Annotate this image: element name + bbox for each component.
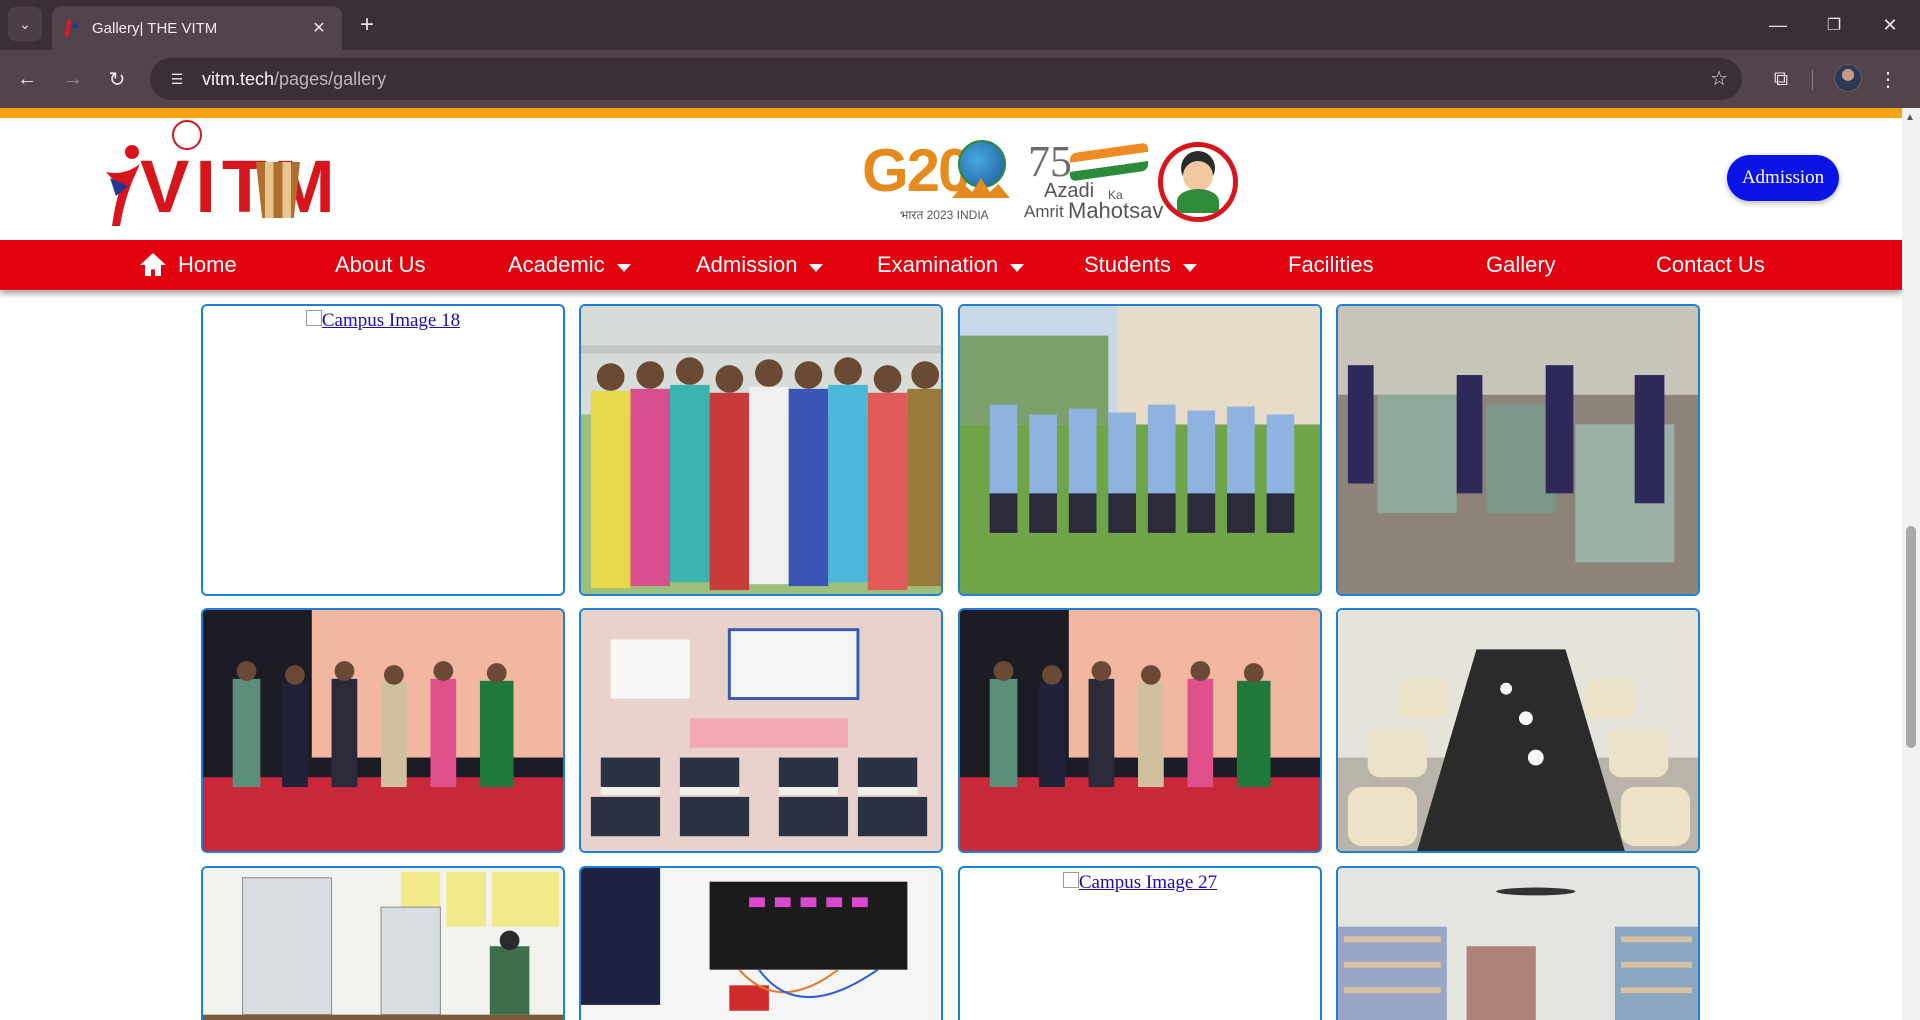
scroll-up-arrow-icon[interactable]: ▲ xyxy=(1905,112,1915,123)
active-tab[interactable]: Gallery| THE VITM ✕ xyxy=(52,6,342,50)
vitm-logo[interactable]: VITM xyxy=(100,120,370,238)
home-icon xyxy=(140,253,166,277)
back-icon[interactable]: ← xyxy=(10,62,44,96)
azadi-ka-amrit-mahotsav-logo: 75 Azadi Ka Amrit Mahotsav xyxy=(1024,137,1163,224)
gallery-card[interactable] xyxy=(958,608,1322,853)
bookmark-star-icon[interactable]: ☆ xyxy=(1710,66,1728,91)
nav-admission-label: Admission xyxy=(696,252,798,277)
broken-image-icon xyxy=(305,310,322,326)
gallery-card[interactable] xyxy=(1336,866,1700,1020)
nav-about-label: About Us xyxy=(335,252,426,277)
browser-tab-bar: ⌄ Gallery| THE VITM ✕ + — ❐ ✕ xyxy=(0,0,1920,50)
reload-icon[interactable]: ↻ xyxy=(100,62,134,96)
girl-dress-icon xyxy=(1177,189,1219,213)
nav-students-label: Students xyxy=(1084,252,1171,277)
nav-contact-label: Contact Us xyxy=(1656,252,1765,277)
gallery-card[interactable] xyxy=(579,304,943,596)
gallery-card[interactable] xyxy=(1336,608,1700,853)
scrollbar-thumb[interactable] xyxy=(1906,526,1916,748)
minimize-icon[interactable]: — xyxy=(1750,0,1806,50)
students-uniform-lawn-photo xyxy=(960,306,1320,594)
nav-admission[interactable]: Admission xyxy=(696,240,824,290)
nav-students[interactable]: Students xyxy=(1084,240,1197,290)
forward-icon[interactable]: → xyxy=(56,62,90,96)
close-tab-icon[interactable]: ✕ xyxy=(308,17,330,39)
workshop-machines-photo xyxy=(1338,306,1698,594)
chevron-down-icon xyxy=(809,264,824,272)
library-photo xyxy=(1338,868,1698,1020)
gallery-card[interactable] xyxy=(579,608,943,853)
broken-image-alt-link[interactable]: Campus Image 27 xyxy=(1079,872,1217,894)
top-accent-strip xyxy=(0,108,1902,118)
logo-text: VITM xyxy=(140,145,341,228)
gallery-card[interactable] xyxy=(201,608,565,853)
beti-bachao-logo xyxy=(1158,142,1238,222)
nav-contact-us[interactable]: Contact Us xyxy=(1656,240,1765,290)
g20-text: G20 xyxy=(862,137,971,204)
broken-image: Campus Image 27 xyxy=(960,868,1320,894)
nav-gallery[interactable]: Gallery xyxy=(1486,240,1556,290)
nav-academic-label: Academic xyxy=(508,252,605,277)
toolbar-divider xyxy=(1812,70,1813,90)
girl-face-icon xyxy=(1183,161,1213,191)
seminar-hall-photo xyxy=(581,610,941,851)
extensions-icon[interactable]: ⧉ xyxy=(1766,64,1796,94)
page-scrollbar[interactable]: ▲ xyxy=(1902,108,1920,1020)
dining-hall-photo xyxy=(1338,610,1698,851)
nav-facilities[interactable]: Facilities xyxy=(1288,240,1374,290)
nav-home[interactable]: Home xyxy=(140,240,237,290)
browser-toolbar: ← → ↻ ☰ vitm.tech/pages/gallery ☆ ⧉ ⋮ xyxy=(0,50,1920,108)
broken-image: Campus Image 18 xyxy=(203,306,563,332)
restore-icon[interactable]: ❐ xyxy=(1806,0,1862,50)
broken-image-alt-link[interactable]: Campus Image 18 xyxy=(322,310,460,332)
gallery-card[interactable] xyxy=(958,304,1322,596)
gallery-card-broken-18[interactable]: Campus Image 18 xyxy=(201,304,565,596)
nav-home-label: Home xyxy=(178,252,237,277)
gallery-card[interactable] xyxy=(579,866,943,1020)
gallery-card[interactable] xyxy=(201,866,565,1020)
chevron-down-icon xyxy=(1010,264,1025,272)
gallery-card-broken-27[interactable]: Campus Image 27 xyxy=(958,866,1322,1020)
flag-ribbon-icon xyxy=(1070,142,1148,182)
gallery-card[interactable] xyxy=(1336,304,1700,596)
nav-examination[interactable]: Examination xyxy=(877,240,1025,290)
site-favicon-icon xyxy=(64,19,82,37)
stage-dance-photo xyxy=(203,610,563,851)
main-navbar: Home About Us Academic Admission Examina… xyxy=(0,240,1902,290)
nav-examination-label: Examination xyxy=(877,252,999,277)
chevron-down-icon xyxy=(1182,264,1197,272)
browser-menu-icon[interactable]: ⋮ xyxy=(1876,64,1900,94)
azadi-mahotsav: Mahotsav xyxy=(1068,198,1164,223)
azadi-amrit: Amrit xyxy=(1024,202,1064,221)
url-host: vitm.tech xyxy=(202,68,275,89)
address-bar[interactable]: ☰ vitm.tech/pages/gallery ☆ xyxy=(150,58,1742,100)
url-path: /pages/gallery xyxy=(274,68,387,89)
tab-title: Gallery| THE VITM xyxy=(92,19,218,37)
admission-button[interactable]: Admission xyxy=(1727,155,1839,201)
nav-about-us[interactable]: About Us xyxy=(335,240,426,290)
chevron-down-icon xyxy=(616,264,631,272)
students-group-photo xyxy=(581,306,941,594)
nav-academic[interactable]: Academic xyxy=(508,240,631,290)
g20-logo: G20 भारत 2023 INDIA xyxy=(862,136,1010,228)
tab-list-button[interactable]: ⌄ xyxy=(8,7,42,41)
site-header: VITM G20 भारत 2023 INDIA 75 Azadi Ka Amr… xyxy=(0,118,1902,240)
logo-cup-icon xyxy=(256,162,300,218)
broken-image-icon xyxy=(1062,872,1079,888)
page-viewport: VITM G20 भारत 2023 INDIA 75 Azadi Ka Amr… xyxy=(0,108,1902,1020)
site-info-icon[interactable]: ☰ xyxy=(164,66,190,92)
stage-dance-photo xyxy=(960,610,1320,851)
close-window-icon[interactable]: ✕ xyxy=(1862,0,1918,50)
electronics-lab-photo xyxy=(581,868,941,1020)
chemistry-lab-photo xyxy=(203,868,563,1020)
g20-subtitle: भारत 2023 INDIA xyxy=(900,208,989,222)
nav-facilities-label: Facilities xyxy=(1288,252,1374,277)
new-tab-button[interactable]: + xyxy=(352,10,382,40)
nav-gallery-label: Gallery xyxy=(1486,252,1556,277)
profile-avatar[interactable] xyxy=(1834,64,1862,92)
